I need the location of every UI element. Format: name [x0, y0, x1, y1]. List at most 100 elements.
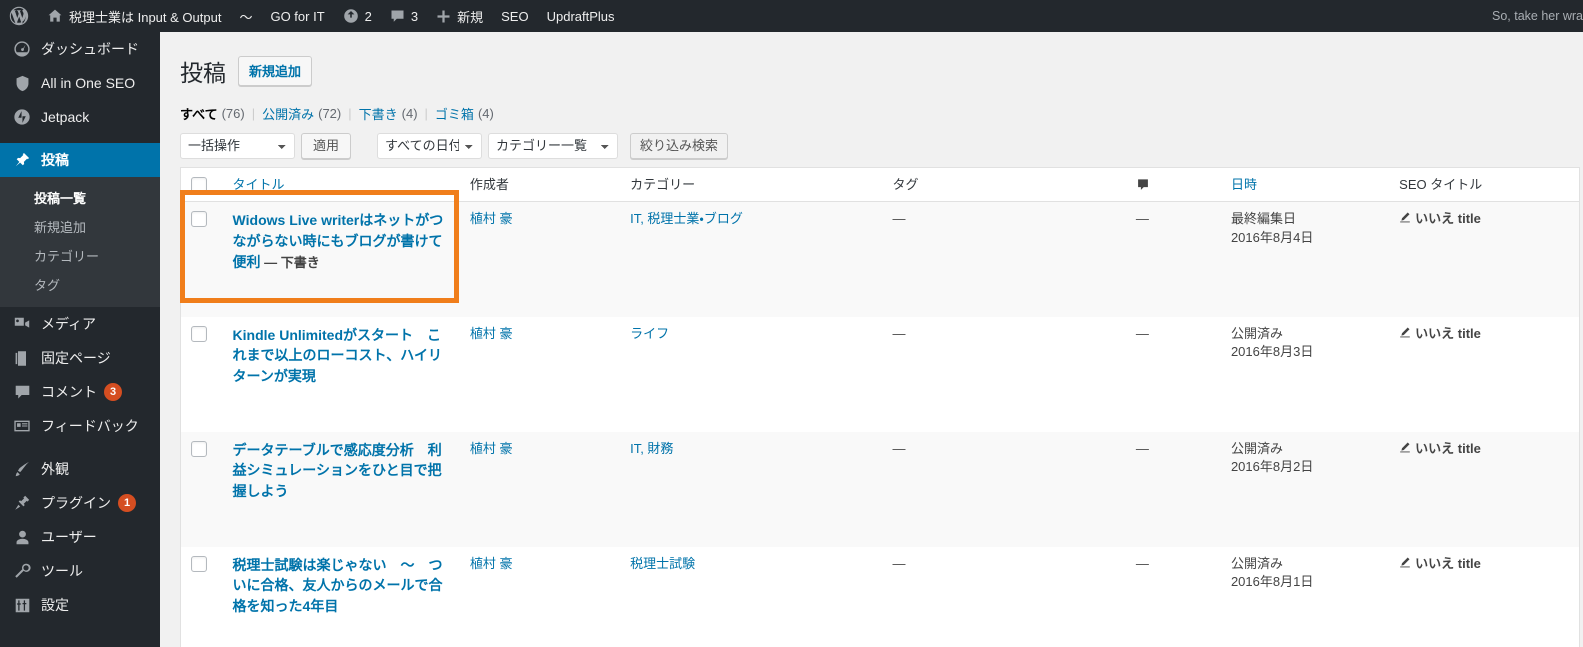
table-row: Kindle Unlimitedがスタート これまで以上のローコスト、ハイリター… [180, 316, 1580, 432]
comments-menu[interactable]: 3 [381, 0, 427, 32]
sidebar-item-media[interactable]: メディア [0, 307, 160, 341]
comments-count: 3 [410, 8, 419, 24]
main-content: 投稿 新規追加 すべて (76) | 公開済み (72) | 下書き (4) |… [160, 32, 1583, 647]
sidebar-item-feedback[interactable]: フィードバック [0, 409, 160, 443]
row-title-cell: 税理士試験は楽じゃない 〜 ついに合格、友人からのメールで合格を知った4年目 [222, 546, 460, 647]
status-filter-draft-link[interactable]: 下書き [359, 104, 398, 123]
status-filter-published-link[interactable]: 公開済み [262, 104, 314, 123]
sidebar-item-label: 外観 [41, 461, 69, 477]
row-select-checkbox[interactable] [191, 555, 207, 572]
post-title-link[interactable]: データテーブルで感応度分析 利益シミュレーションをひと目で把握しよう [233, 442, 442, 500]
submenu-item-tags[interactable]: タグ [0, 270, 160, 299]
page-header: 投稿 新規追加 [180, 50, 1563, 92]
pencil-edit-icon [1399, 211, 1411, 223]
row-select-checkbox[interactable] [191, 211, 207, 227]
status-filter-published-count: (72) [318, 106, 342, 121]
plus-icon [436, 9, 451, 24]
plugins-badge: 1 [118, 494, 136, 512]
post-category-link[interactable]: IT, 財務 [630, 441, 673, 456]
comment-bubble-icon [1136, 178, 1211, 192]
post-category-link[interactable]: IT, 税理士業・ブログ [630, 211, 743, 226]
site-name-menu[interactable]: 税理士業は Input & Output [38, 0, 230, 32]
updates-menu[interactable]: 2 [334, 0, 381, 32]
submenu-item-label: タグ [34, 278, 61, 293]
submenu-item-categories[interactable]: カテゴリー [0, 241, 160, 270]
date-filter-select[interactable]: すべての日付 [377, 133, 483, 159]
select-all-checkbox[interactable] [191, 177, 207, 193]
filter-submit-button[interactable]: 絞り込み検索 [630, 133, 729, 159]
wp-logo-menu[interactable] [0, 0, 38, 32]
sidebar-item-dashboard[interactable]: ダッシュボード [0, 32, 160, 66]
bulk-action-select[interactable]: 一括操作 [180, 133, 295, 159]
column-header-date: 日時 [1220, 167, 1390, 202]
status-filter-trash-link[interactable]: ゴミ箱 [435, 104, 474, 123]
column-header-comments [1125, 167, 1221, 202]
status-filter-all-link[interactable]: すべて [180, 104, 218, 123]
seo-menu[interactable]: SEO [492, 0, 537, 32]
post-title-link[interactable]: Kindle Unlimitedがスタート これまで以上のローコスト、ハイリター… [233, 327, 442, 385]
column-header-tags: タグ [882, 167, 1126, 202]
row-title-cell: データテーブルで感応度分析 利益シミュレーションをひと目で把握しよう [222, 431, 460, 547]
new-content-menu[interactable]: 新規 [427, 0, 492, 32]
status-filter-all-count: (76) [221, 106, 245, 121]
column-header-date-link[interactable]: 日時 [1231, 177, 1257, 192]
row-checkbox-cell [180, 201, 223, 317]
submenu-item-all-posts[interactable]: 投稿一覧 [0, 183, 160, 212]
sidebar-item-tools[interactable]: ツール [0, 554, 160, 588]
sidebar-item-posts[interactable]: 投稿 [0, 143, 168, 177]
apply-bulk-action-button[interactable]: 適用 [301, 133, 352, 159]
sidebar-item-all-in-one-seo[interactable]: All in One SEO [0, 66, 160, 100]
post-author-link[interactable]: 植村 豪 [470, 556, 513, 571]
comments-badge: 3 [104, 383, 122, 401]
category-filter-select[interactable]: カテゴリー一覧 [488, 133, 619, 159]
post-author-link[interactable]: 植村 豪 [470, 441, 513, 456]
row-checkbox-cell [180, 431, 223, 547]
post-date-status: 最終編集日 [1230, 211, 1296, 226]
sidebar-item-jetpack[interactable]: Jetpack [0, 100, 160, 134]
post-author-link[interactable]: 植村 豪 [470, 326, 513, 341]
sidebar-item-label: ユーザー [41, 529, 97, 545]
add-new-post-button[interactable]: 新規追加 [238, 56, 313, 86]
seo-title-label: いいえ title [1415, 440, 1481, 456]
plugin-icon [11, 493, 33, 513]
seo-title-value[interactable]: いいえ title [1399, 325, 1569, 344]
post-title-link[interactable]: 税理士試験は楽じゃない 〜 ついに合格、友人からのメールで合格を知った4年目 [233, 557, 443, 615]
row-checkbox-cell [180, 316, 223, 432]
sidebar-item-label: All in One SEO [41, 75, 136, 91]
sidebar-item-settings[interactable]: 設定 [0, 588, 160, 622]
updraftplus-menu[interactable]: UpdraftPlus [538, 0, 624, 32]
status-divider: | [251, 106, 256, 121]
seo-title-value[interactable]: いいえ title [1399, 555, 1569, 574]
post-category-link[interactable]: 税理士試験 [630, 556, 695, 571]
seo-title-value[interactable]: いいえ title [1399, 210, 1569, 229]
post-date-status: 公開済み [1230, 440, 1283, 456]
sidebar-item-comments[interactable]: コメント 3 [0, 375, 160, 409]
post-author-link[interactable]: 植村 豪 [470, 211, 513, 226]
update-arrows-icon [343, 8, 359, 24]
row-select-checkbox[interactable] [191, 440, 207, 457]
row-comments-cell: — [1125, 201, 1221, 317]
sidebar-item-label: 投稿 [41, 152, 69, 168]
admin-bar: 税理士業は Input & Output 〜 GO for IT 2 3 新規 … [0, 0, 1583, 32]
new-content-label: 新規 [457, 9, 484, 25]
user-icon [11, 527, 33, 547]
post-date-value: 2016年8月2日 [1230, 459, 1314, 475]
pencil-edit-icon [1399, 556, 1411, 568]
sidebar-item-label: Jetpack [41, 109, 90, 125]
seo-title-value[interactable]: いいえ title [1399, 440, 1569, 459]
sidebar-item-appearance[interactable]: 外観 [0, 452, 160, 486]
column-header-title: タイトル [222, 167, 460, 202]
sidebar-item-users[interactable]: ユーザー [0, 520, 160, 554]
row-tags-cell: — [882, 431, 1126, 547]
submenu-item-add-new[interactable]: 新規追加 [0, 212, 160, 241]
row-select-checkbox[interactable] [191, 325, 207, 342]
post-date-value: 2016年8月4日 [1230, 229, 1314, 245]
sidebar-item-pages[interactable]: 固定ページ [0, 341, 160, 375]
site-tagline[interactable]: GO for IT [261, 0, 333, 32]
sidebar-item-plugins[interactable]: プラグイン 1 [0, 486, 160, 520]
post-date-status: 公開済み [1230, 325, 1283, 341]
status-filter-published: 公開済み (72) | [262, 104, 359, 123]
post-category-link[interactable]: ライフ [630, 326, 669, 341]
separator-label: 〜 [239, 9, 253, 25]
column-header-title-link[interactable]: タイトル [233, 177, 285, 192]
